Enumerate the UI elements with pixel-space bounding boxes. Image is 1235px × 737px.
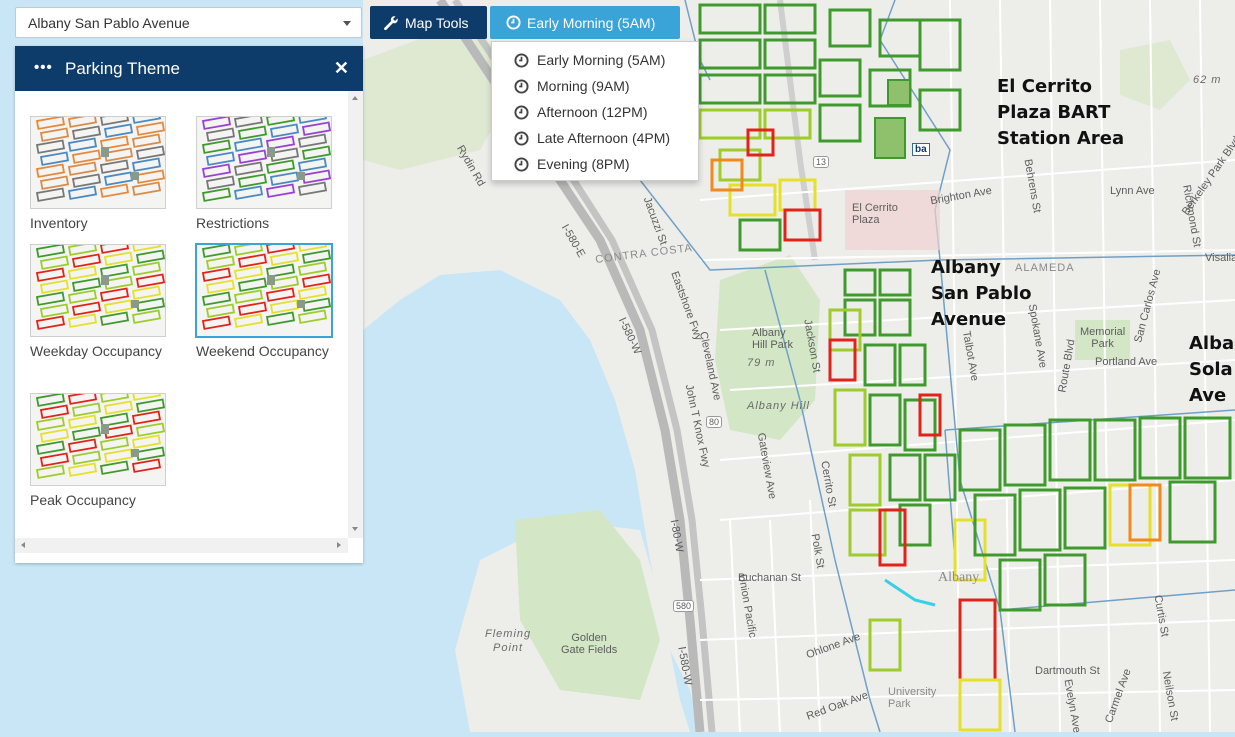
scroll-down-icon[interactable] (352, 527, 358, 531)
bart-station-icon[interactable]: ba (912, 143, 930, 156)
more-icon[interactable]: ••• (34, 59, 53, 76)
chevron-down-icon (343, 21, 351, 26)
scroll-right-icon[interactable] (337, 542, 341, 548)
theme-thumbnail[interactable] (196, 244, 332, 337)
theme-label[interactable]: Weekend Occupancy (196, 341, 336, 361)
theme-thumbnail[interactable] (30, 393, 166, 486)
time-period-button[interactable]: Early Morning (5AM) (490, 6, 680, 39)
theme-preview-map (35, 245, 165, 330)
area-label-el-cerrito: El Cerrito Plaza BART Station Area (997, 76, 1125, 149)
horizontal-scrollbar[interactable] (15, 538, 348, 553)
label-elev-62: 62 m (1193, 74, 1222, 86)
panel-header: ••• Parking Theme ✕ (15, 46, 363, 91)
shield-i80: 80 (706, 416, 723, 428)
scroll-up-icon[interactable] (352, 96, 358, 100)
time-menu-item[interactable]: Late Afternoon (4PM) (514, 130, 670, 146)
map-tools-button[interactable]: Map Tools (370, 6, 487, 39)
theme-thumbnail[interactable] (30, 116, 166, 209)
theme-thumbnail[interactable] (30, 244, 166, 337)
theme-preview-map (201, 245, 331, 330)
time-period-label: Early Morning (5AM) (527, 14, 656, 31)
place-albany-hill-park: Albany Hill Park (752, 327, 793, 351)
time-menu-item-label: Morning (9AM) (537, 78, 630, 94)
vertical-scrollbar[interactable] (348, 91, 363, 538)
clock-icon (506, 15, 521, 30)
street-visalia: Visalia (1205, 252, 1235, 264)
time-menu-item[interactable]: Evening (8PM) (514, 156, 630, 172)
shield-13: 13 (813, 156, 830, 168)
study-area-select[interactable]: Albany San Pablo Avenue (15, 7, 362, 38)
area-label-albany-solano: Alba Sola Ave (1189, 333, 1235, 406)
place-fleming-point: Fleming Point (485, 628, 532, 654)
clock-icon (514, 104, 529, 120)
theme-label[interactable]: Inventory (30, 213, 170, 233)
clock-icon (514, 130, 529, 146)
wrench-icon (384, 15, 398, 30)
clock-icon (514, 52, 529, 68)
theme-label[interactable]: Restrictions (196, 213, 336, 233)
theme-preview-map (201, 117, 331, 202)
place-university-park: University Park (888, 686, 937, 710)
street-dartmouth: Dartmouth St (1035, 665, 1100, 677)
time-menu-item[interactable]: Afternoon (12PM) (514, 104, 648, 120)
label-alameda: ALAMEDA (1015, 262, 1075, 274)
theme-thumbnail[interactable] (196, 116, 332, 209)
time-menu-item-label: Evening (8PM) (537, 156, 630, 172)
map-tools-label: Map Tools (405, 14, 469, 31)
scroll-left-icon[interactable] (21, 542, 25, 548)
place-el-cerrito-plaza: El Cerrito Plaza (852, 202, 898, 226)
theme-label[interactable]: Peak Occupancy (30, 490, 170, 510)
time-period-menu: Early Morning (5AM) Morning (9AM) Afternoo… (491, 41, 699, 181)
street-portland: Portland Ave (1095, 356, 1158, 368)
shield-i580: 580 (673, 600, 695, 612)
time-menu-item[interactable]: Early Morning (5AM) (514, 52, 665, 68)
time-menu-item-label: Afternoon (12PM) (537, 104, 648, 120)
panel-title: Parking Theme (65, 59, 180, 78)
label-albany-city: Albany (938, 570, 980, 585)
parking-theme-panel: ••• Parking Theme ✕ Inventory Restriction… (15, 46, 363, 563)
close-icon[interactable]: ✕ (334, 58, 349, 79)
theme-preview-map (35, 394, 165, 479)
place-albany-hill-elevation: 79 m (747, 357, 776, 369)
theme-preview-map (35, 117, 165, 202)
place-golden-gate-fields: Golden Gate Fields (561, 632, 618, 656)
time-menu-item[interactable]: Morning (9AM) (514, 78, 630, 94)
clock-icon (514, 156, 529, 172)
time-menu-item-label: Early Morning (5AM) (537, 52, 666, 68)
study-area-value: Albany San Pablo Avenue (28, 15, 190, 31)
clock-icon (514, 78, 529, 94)
place-memorial-park: Memorial Park (1080, 326, 1126, 350)
theme-label[interactable]: Weekday Occupancy (30, 341, 170, 361)
street-lynn: Lynn Ave (1110, 185, 1155, 197)
place-albany-hill: Albany Hill (747, 400, 810, 412)
time-menu-item-label: Late Afternoon (4PM) (537, 130, 671, 146)
